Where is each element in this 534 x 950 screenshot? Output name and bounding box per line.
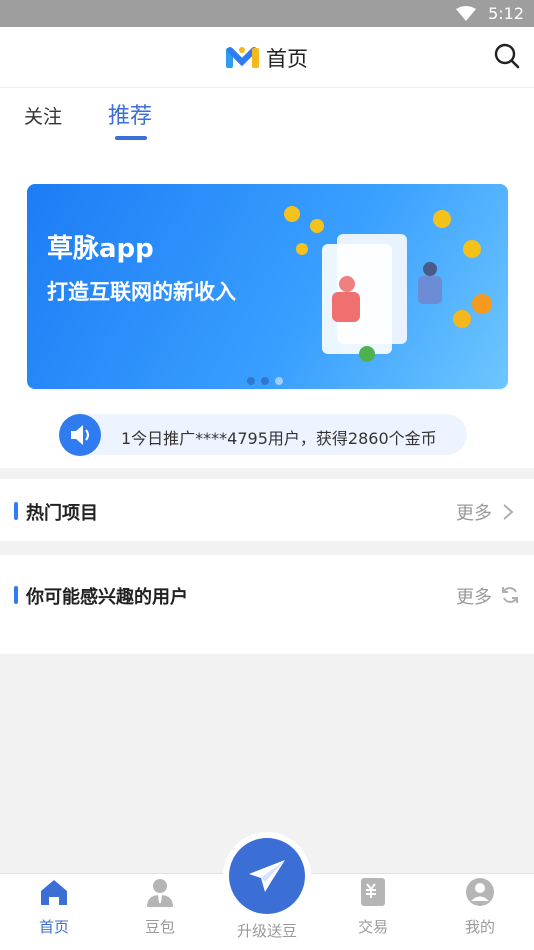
nav-label: 豆包	[144, 918, 175, 936]
tab-recommend[interactable]: 推荐	[108, 98, 152, 130]
home-icon	[38, 876, 70, 912]
feed-tabs: 关注 推荐	[0, 88, 534, 148]
ledger-icon	[357, 876, 389, 912]
nav-beans[interactable]: 豆包	[120, 874, 200, 950]
status-bar: 5:12	[0, 0, 534, 27]
more-link[interactable]: 更多	[456, 583, 492, 609]
upgrade-button[interactable]	[229, 838, 305, 914]
banner-headline: 草脉app	[47, 234, 154, 264]
active-tab-indicator	[115, 136, 147, 140]
upgrade-label: 升级送豆	[236, 922, 297, 940]
nav-mine[interactable]: 我的	[440, 874, 520, 950]
wifi-icon	[456, 6, 476, 26]
section-title: 你可能感兴趣的用户	[26, 587, 188, 608]
announcement-text: 1今日推广****4795用户，获得2860个金币	[121, 429, 437, 448]
promo-banner[interactable]: 草脉app 打造互联网的新收入	[27, 184, 508, 389]
banner-illustration	[284, 206, 492, 362]
nav-home[interactable]: 首页	[14, 874, 94, 950]
announcement-bar[interactable]: 1今日推广****4795用户，获得2860个金币	[59, 414, 467, 456]
pager-dot[interactable]	[275, 377, 283, 385]
banner-pagination	[247, 370, 289, 389]
banner-subline: 打造互联网的新收入	[47, 280, 236, 304]
app-logo-icon	[226, 44, 260, 74]
refresh-icon[interactable]	[500, 585, 520, 609]
nav-label: 首页	[38, 918, 69, 936]
tab-follow[interactable]: 关注	[24, 102, 62, 129]
status-time: 5:12	[488, 4, 524, 23]
pager-dot[interactable]	[247, 377, 255, 385]
user-icon	[464, 876, 496, 912]
speaker-icon	[59, 414, 101, 456]
app-header: 首页	[0, 27, 534, 88]
section-title: 热门项目	[26, 503, 98, 524]
section-marker	[14, 502, 18, 520]
paper-plane-icon	[247, 858, 287, 898]
nav-trade[interactable]: 交易	[333, 874, 413, 950]
chevron-right-icon[interactable]	[502, 503, 514, 525]
suggested-users-section: 你可能感兴趣的用户 更多	[0, 555, 534, 654]
nav-label: 交易	[357, 918, 388, 936]
search-icon[interactable]	[494, 43, 520, 73]
user-tie-icon	[144, 876, 176, 912]
hot-projects-section: 热门项目 更多	[0, 479, 534, 541]
pager-dot[interactable]	[261, 377, 269, 385]
section-marker	[14, 586, 18, 604]
more-link[interactable]: 更多	[456, 499, 492, 525]
page-title: 首页	[266, 47, 308, 71]
nav-label: 我的	[464, 918, 495, 936]
